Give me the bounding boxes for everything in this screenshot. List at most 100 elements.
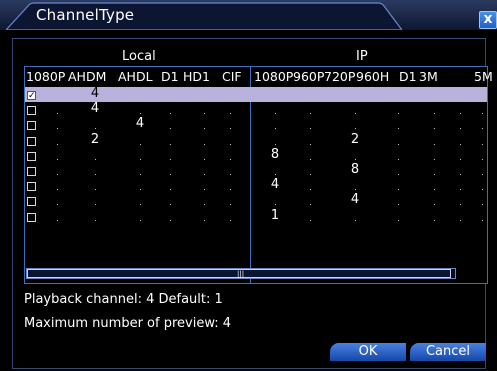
ip-empty-cell-marker [310,113,311,115]
scrollbar-thumb[interactable]: ||| [27,269,451,278]
local-channel-count[interactable]: 4 [85,101,105,116]
title-bar: ChannelType x [0,0,497,30]
ip-empty-cell-marker [355,98,356,99]
local-empty-cell-marker [170,189,171,191]
ip-column-header: 960P [293,69,325,84]
ip-empty-cell-marker [460,158,461,160]
local-empty-cell-marker [204,189,205,191]
local-empty-cell-marker [95,128,96,130]
ip-empty-cell-marker [398,158,399,160]
ip-empty-cell-marker [355,113,356,115]
ip-empty-cell-marker [460,174,461,175]
local-empty-cell-marker [204,158,205,160]
local-empty-cell-marker [57,174,58,175]
ip-empty-cell-marker [482,174,483,175]
dialog-title: ChannelType [36,6,135,24]
local-empty-cell-marker [230,113,231,115]
local-channel-count[interactable]: 4 [130,116,150,131]
ip-empty-cell-marker [434,174,435,175]
row-checkbox[interactable] [27,167,36,176]
ip-empty-cell-marker [275,113,276,115]
ok-button[interactable]: OK [330,343,406,361]
local-column-header: D1 [161,69,179,84]
local-empty-cell-marker [170,98,171,99]
ip-empty-cell-marker [310,128,311,130]
local-empty-cell-marker [140,189,141,191]
ip-empty-cell-marker [434,204,435,206]
ip-channel-count[interactable]: 4 [345,192,365,207]
row-checkbox[interactable] [27,212,36,222]
local-empty-cell-marker [95,204,96,206]
local-channel-count[interactable]: 4 [85,86,105,101]
ip-empty-cell-marker [434,98,435,99]
ip-empty-cell-marker [460,189,461,191]
ip-empty-cell-marker [482,143,483,145]
row-checkbox[interactable] [27,182,36,192]
row-checkbox[interactable] [27,106,36,116]
local-column-header: 1080P [26,69,66,84]
local-empty-cell-marker [230,189,231,191]
ip-channel-count[interactable]: 8 [265,147,285,162]
local-column-header: AHDL [118,69,153,84]
local-empty-cell-marker [170,113,171,115]
local-empty-cell-marker [57,143,58,145]
ip-section-label: IP [356,49,368,64]
local-empty-cell-marker [170,219,171,221]
ip-empty-cell-marker [275,143,276,145]
ip-empty-cell-marker [460,219,461,221]
local-channel-count[interactable]: 2 [85,132,105,147]
local-empty-cell-marker [170,204,171,206]
row-checkbox[interactable]: ✓ [27,91,36,101]
close-icon[interactable]: x [479,11,497,29]
local-empty-cell-marker [204,98,205,99]
local-empty-cell-marker [57,189,58,191]
ip-empty-cell-marker [482,189,483,191]
ip-channel-count[interactable]: 4 [265,177,285,192]
row-checkbox[interactable] [27,151,36,161]
local-empty-cell-marker [140,158,141,160]
ip-empty-cell-marker [275,174,276,175]
ip-empty-cell-marker [460,113,461,115]
local-empty-cell-marker [204,174,205,175]
channel-type-dialog: ChannelType x Local IP 1080P AHDM AHDL D1 HD… [0,0,497,371]
row-checkbox[interactable] [27,121,36,131]
horizontal-scrollbar[interactable]: ||| [26,268,456,279]
ip-empty-cell-marker [434,128,435,130]
row-checkbox[interactable] [27,136,36,146]
local-empty-cell-marker [230,219,231,221]
ip-empty-cell-marker [398,143,399,145]
ip-channel-count[interactable]: 8 [345,162,365,177]
ip-column-header: 1080P [254,69,294,84]
local-empty-cell-marker [230,143,231,145]
local-empty-cell-marker [57,158,58,160]
ip-channel-count[interactable]: 1 [265,208,285,223]
row-checkbox[interactable] [27,197,36,207]
local-empty-cell-marker [140,98,141,99]
local-empty-cell-marker [204,204,205,206]
local-empty-cell-marker [204,143,205,145]
ip-empty-cell-marker [398,98,399,99]
local-empty-cell-marker [170,143,171,145]
max-preview-info: Maximum number of preview: 4 [24,316,232,331]
ip-empty-cell-marker [460,128,461,130]
local-empty-cell-marker [204,219,205,221]
ip-empty-cell-marker [434,219,435,221]
ip-empty-cell-marker [398,204,399,206]
local-empty-cell-marker [204,113,205,115]
local-empty-cell-marker [95,158,96,160]
cancel-button[interactable]: Cancel [410,343,486,361]
ip-empty-cell-marker [310,158,311,160]
ip-empty-cell-marker [355,219,356,221]
ip-column-header: 720P [324,69,356,84]
local-empty-cell-marker [57,128,58,130]
local-empty-cell-marker [170,174,171,175]
ip-column-header: D1 [399,69,417,84]
ip-empty-cell-marker [398,174,399,175]
local-section-label: Local [122,49,156,64]
ip-empty-cell-marker [398,219,399,221]
ip-channel-count[interactable]: 2 [345,132,365,147]
ip-empty-cell-marker [310,219,311,221]
local-empty-cell-marker [57,98,58,99]
playback-channel-info: Playback channel: 4 Default: 1 [24,292,223,307]
local-empty-cell-marker [204,128,205,130]
